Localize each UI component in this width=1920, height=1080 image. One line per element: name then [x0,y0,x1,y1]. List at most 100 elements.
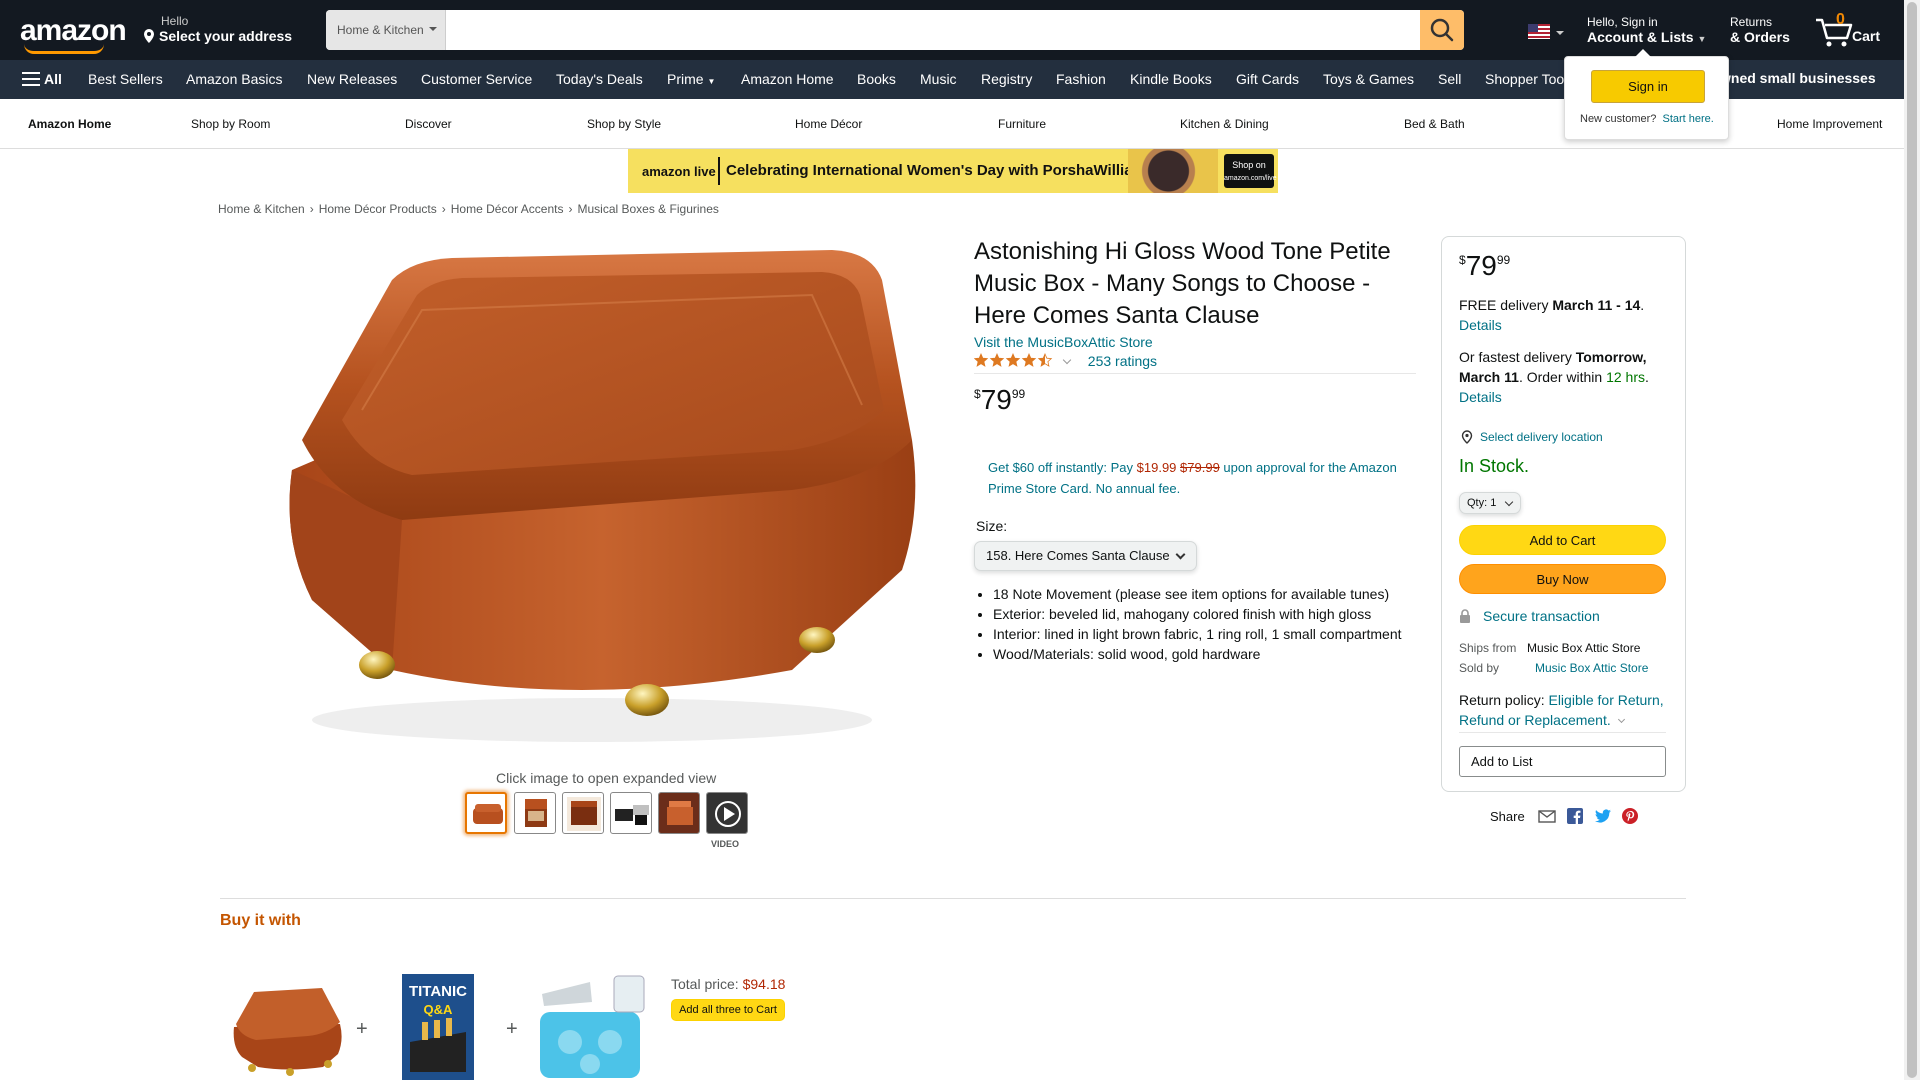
book-subtitle: Q&A [424,1002,454,1017]
nav-books[interactable]: Books [857,71,896,87]
address-label: Select your address [143,28,292,44]
divider [1459,732,1666,733]
nav-gift-cards[interactable]: Gift Cards [1236,71,1299,87]
fastest-delivery-info: Or fastest delivery Tomorrow, March 11. … [1459,349,1649,405]
delivery-details-link[interactable]: Details [1459,317,1502,333]
thumbnail-video[interactable] [706,792,748,834]
nav-new-releases[interactable]: New Releases [307,71,397,87]
home-nav-shop-by-room[interactable]: Shop by Room [191,117,270,131]
bundle-item-titanic-book[interactable]: TITANIC Q&A [400,972,476,1080]
bundle-item-ice-mold[interactable] [530,972,650,1080]
nav-fashion[interactable]: Fashion [1056,71,1106,87]
chevron-down-icon[interactable] [1062,355,1072,365]
size-selected-value: 158. Here Comes Santa Clause [986,548,1170,563]
nav-todays-deals[interactable]: Today's Deals [556,71,643,87]
add-to-list-button[interactable]: Add to List [1459,746,1666,777]
nav-music[interactable]: Music [920,71,957,87]
signin-button[interactable]: Sign in [1591,70,1705,103]
home-nav-home-decor[interactable]: Home Décor [795,117,862,131]
buy-now-button[interactable]: Buy Now [1459,564,1666,594]
scrollbar[interactable] [1904,0,1920,1080]
home-nav-home-improvement[interactable]: Home Improvement [1777,117,1882,131]
fastest-prefix: Or fastest delivery [1459,349,1572,365]
search-button[interactable] [1420,10,1464,50]
return-policy: Return policy: Eligible for Return, Refu… [1459,690,1674,730]
buybox-price: $7999 [1459,250,1510,282]
nav-amazon-home[interactable]: Amazon Home [741,71,834,87]
nav-prime[interactable]: Prime ▼ [667,71,715,87]
store-card-promo[interactable]: Get $60 off instantly: Pay $19.99 $79.99… [988,457,1408,499]
home-nav-furniture[interactable]: Furniture [998,117,1046,131]
email-icon[interactable] [1538,808,1557,824]
thumbnail-4[interactable] [610,792,652,834]
nav-kindle-books[interactable]: Kindle Books [1130,71,1212,87]
size-dropdown[interactable]: 158. Here Comes Santa Clause [974,541,1197,571]
thumbnail-1[interactable] [465,792,507,834]
nav-toys-games[interactable]: Toys & Games [1323,71,1414,87]
nav-prime-label: Prime [667,71,704,87]
home-nav-discover[interactable]: Discover [405,117,452,131]
search-category-dropdown[interactable]: Home & Kitchen [326,10,446,50]
amazon-logo[interactable]: amazon [20,14,127,54]
bundle-item-music-box[interactable] [228,972,348,1080]
thumbnail-3[interactable] [562,792,604,834]
delivery-address[interactable]: Hello Select your address [143,14,292,44]
add-to-cart-button[interactable]: Add to Cart [1459,525,1666,555]
home-nav-kitchen-dining[interactable]: Kitchen & Dining [1180,117,1269,131]
store-link[interactable]: Visit the MusicBoxAttic Store [974,334,1153,350]
caret-down-icon: ▼ [1697,34,1707,44]
scrollbar-thumb[interactable] [1907,2,1917,1078]
nav-customer-service[interactable]: Customer Service [421,71,532,87]
nav-shopper-toolkit[interactable]: Shopper Too [1485,71,1564,87]
search-input[interactable] [446,10,1420,50]
thumbnail-image [473,804,503,824]
amazon-live-banner[interactable]: amazon live Celebrating International Wo… [628,149,1278,193]
account-menu[interactable]: Hello, Sign in Account & Lists ▼ [1587,15,1706,45]
divider [220,898,1686,899]
feature-bullet: Interior: lined in light brown fabric, 1… [993,624,1433,644]
top-nav: amazon Hello Select your address Home & … [0,0,1904,60]
home-nav-bed-bath[interactable]: Bed & Bath [1404,117,1465,131]
nav-best-sellers[interactable]: Best Sellers [88,71,163,87]
price-whole: 79 [1465,250,1497,281]
add-all-to-cart-button[interactable]: Add all three to Cart [671,999,785,1021]
home-nav-amazon-home[interactable]: Amazon Home [28,117,111,131]
qty-label: Qty: [1467,497,1488,509]
size-label: Size: [976,518,1008,534]
logo-text: amazon [20,14,127,47]
language-selector[interactable] [1528,24,1564,39]
thumbnail-5[interactable] [658,792,700,834]
secure-transaction-link[interactable]: Secure transaction [1459,608,1600,624]
nav-registry[interactable]: Registry [981,71,1032,87]
ratings-count-link[interactable]: 253 ratings [1088,353,1157,369]
twitter-icon[interactable] [1594,808,1612,824]
chevron-down-icon[interactable] [1617,715,1625,724]
nav-sell[interactable]: Sell [1438,71,1461,87]
facebook-icon[interactable] [1566,808,1584,824]
search-bar: Home & Kitchen [326,10,1464,50]
star-rating-icon[interactable] [974,353,1054,368]
home-nav-shop-by-style[interactable]: Shop by Style [587,117,661,131]
product-main-image[interactable] [272,240,942,770]
search-category-label: Home & Kitchen [337,23,424,37]
price-fraction: 99 [1496,253,1511,267]
pinterest-icon[interactable] [1621,808,1639,824]
fastest-details-link[interactable]: Details [1459,389,1502,405]
breadcrumb-item[interactable]: Musical Boxes & Figurines [577,202,718,216]
start-here-link[interactable]: Start here. [1662,113,1713,125]
select-delivery-location[interactable]: Select delivery location [1460,430,1603,444]
breadcrumb-item[interactable]: Home Décor Products [319,202,437,216]
cart-link[interactable]: 0 Cart [1814,10,1884,50]
cart-count: 0 [1836,11,1845,28]
banner-cta: Shop on amazon.com/live [1224,154,1277,188]
nav-small-business-promo[interactable]: wned small businesses [1720,70,1876,86]
nav-amazon-basics[interactable]: Amazon Basics [186,71,282,87]
seller-link[interactable]: Music Box Attic Store [1535,661,1648,675]
all-menu-button[interactable]: All [22,71,62,87]
breadcrumb-item[interactable]: Home & Kitchen [218,202,305,216]
breadcrumb-item[interactable]: Home Décor Accents [451,202,564,216]
plus-sign: + [356,1018,368,1040]
quantity-dropdown[interactable]: Qty: 1 [1459,492,1521,514]
returns-orders-link[interactable]: Returns & Orders [1730,15,1790,45]
thumbnail-2[interactable] [514,792,556,834]
